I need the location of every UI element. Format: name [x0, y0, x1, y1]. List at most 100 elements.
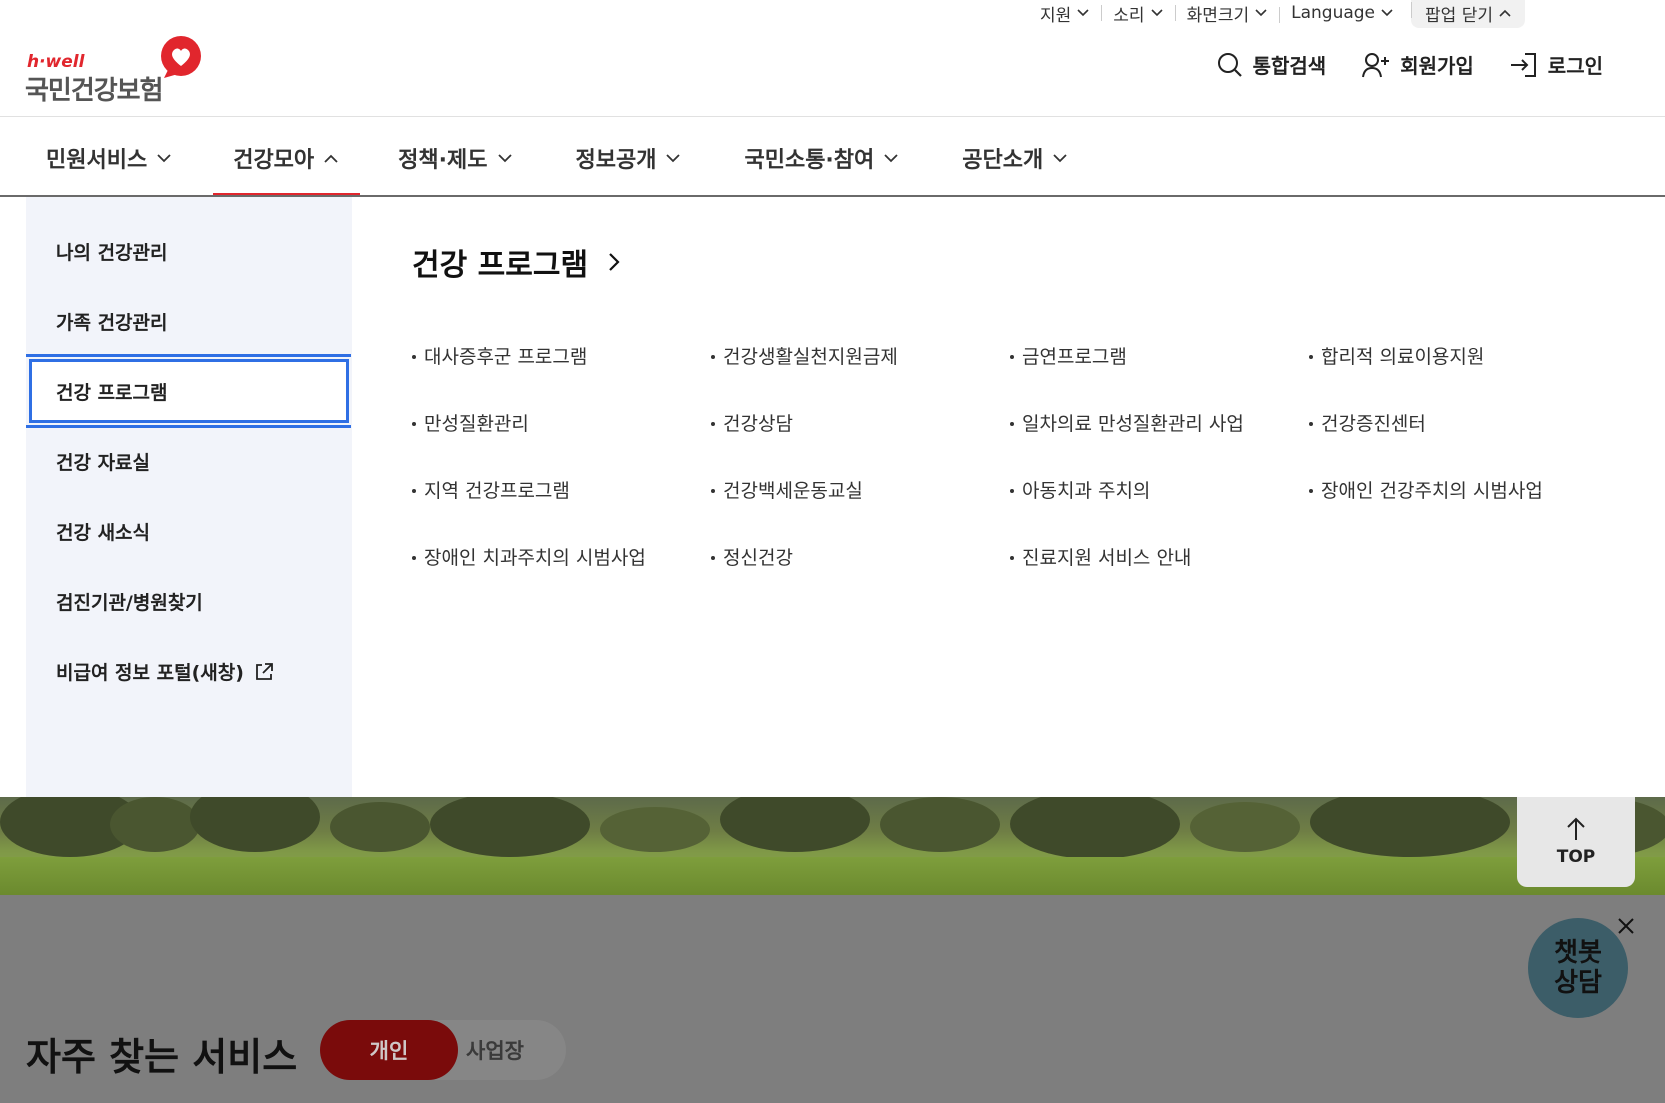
bullet-icon [1010, 422, 1014, 426]
add-user-icon [1362, 52, 1390, 77]
program-link[interactable]: 건강상담 [711, 405, 1010, 439]
gnb-item-civil-service[interactable]: 민원서비스 [46, 120, 171, 196]
chevron-down-icon [1053, 153, 1067, 162]
chevron-down-icon [666, 153, 681, 162]
support-label: 지원 [1040, 5, 1072, 26]
top-label: TOP [1556, 847, 1596, 867]
bullet-icon [412, 556, 416, 560]
gnb-label: 공단소개 [962, 148, 1044, 173]
side-item-health-program[interactable]: 건강 프로그램 [56, 378, 168, 405]
gnb-item-policy[interactable]: 정책·제도 [398, 120, 512, 196]
bullet-icon [412, 489, 416, 493]
tab-personal-label: 개인 [369, 1039, 409, 1063]
program-link[interactable]: 건강생활실천지원금제 [711, 338, 1010, 372]
side-item-label: 나의 건강관리 [56, 242, 168, 264]
utility-bar: 지원 소리 화면크기 Language 팝업 닫기 [1028, 0, 1525, 28]
close-icon[interactable] [1616, 916, 1636, 936]
section-title-link[interactable]: 건강 프로그램 [412, 240, 620, 284]
sound-menu[interactable]: 소리 [1101, 1, 1174, 26]
arrow-up-icon [1567, 817, 1585, 840]
search-label: 통합검색 [1252, 54, 1327, 78]
signup-button[interactable]: 회원가입 [1362, 50, 1474, 79]
bullet-icon [1010, 489, 1014, 493]
header-actions: 통합검색 회원가입 로그인 [1217, 50, 1603, 79]
program-link-label: 장애인 치과주치의 시범사업 [424, 546, 646, 569]
bullet-icon [1309, 355, 1313, 359]
program-link[interactable]: 건강증진센터 [1309, 405, 1608, 439]
chevron-down-icon [884, 153, 898, 162]
chevron-down-icon [1381, 9, 1393, 17]
gnb-item-disclosure[interactable]: 정보공개 [576, 120, 681, 196]
bullet-icon [412, 422, 416, 426]
gnb-item-about[interactable]: 공단소개 [962, 120, 1067, 196]
login-button[interactable]: 로그인 [1510, 50, 1603, 79]
program-link-label: 정신건강 [723, 546, 793, 569]
program-link[interactable]: 장애인 건강주치의 시범사업 [1309, 472, 1608, 506]
gnb-item-health-moa[interactable]: 건강모아 [213, 120, 361, 197]
gnb-item-communication[interactable]: 국민소통·참여 [744, 120, 898, 196]
language-menu[interactable]: Language [1279, 3, 1405, 23]
program-link-label: 대사증후군 프로그램 [424, 345, 588, 368]
gnb-label: 정보공개 [575, 148, 657, 173]
language-label: Language [1291, 3, 1376, 23]
external-link-icon [256, 662, 273, 680]
side-item-noncovered-portal[interactable]: 비급여 정보 포털(새창) [56, 658, 274, 685]
section-title: 건강 프로그램 [412, 248, 589, 283]
program-link-label: 건강백세운동교실 [723, 479, 863, 502]
bullet-icon [711, 489, 715, 493]
logo-title: 국민건강보험 [25, 76, 164, 106]
bullet-icon [1309, 489, 1313, 493]
top-button[interactable]: TOP [1517, 797, 1635, 887]
side-item-label: 건강 자료실 [56, 452, 151, 474]
bullet-icon [1010, 355, 1014, 359]
tab-personal[interactable]: 개인 [320, 1020, 458, 1080]
program-link-label: 만성질환관리 [424, 412, 529, 435]
popup-close-button[interactable]: 팝업 닫기 [1411, 0, 1525, 28]
bullet-icon [412, 355, 416, 359]
tab-business[interactable]: 사업장 [458, 1020, 566, 1080]
search-button[interactable]: 통합검색 [1217, 50, 1327, 79]
screen-size-label: 화면크기 [1186, 5, 1250, 26]
program-link[interactable]: 장애인 치과주치의 시범사업 [412, 539, 711, 573]
program-link-label: 건강생활실천지원금제 [723, 345, 898, 368]
program-link-label: 진료지원 서비스 안내 [1022, 546, 1192, 569]
program-link[interactable]: 건강백세운동교실 [711, 472, 1010, 506]
bullet-icon [1309, 422, 1313, 426]
program-link-label: 건강증진센터 [1321, 412, 1426, 435]
support-menu[interactable]: 지원 [1028, 1, 1101, 26]
program-link[interactable]: 금연프로그램 [1010, 338, 1309, 372]
side-item-label: 건강 새소식 [56, 522, 151, 544]
bullet-icon [711, 422, 715, 426]
chevron-right-icon [609, 253, 620, 271]
screen-size-menu[interactable]: 화면크기 [1174, 1, 1280, 26]
side-item-label: 검진기관/병원찾기 [56, 592, 203, 614]
program-link[interactable]: 대사증후군 프로그램 [412, 338, 711, 372]
program-link-label: 장애인 건강주치의 시범사업 [1321, 479, 1543, 502]
program-link[interactable]: 합리적 의료이용지원 [1309, 338, 1608, 372]
program-link-label: 합리적 의료이용지원 [1321, 345, 1485, 368]
heart-logo-icon [161, 36, 201, 78]
side-item-find-hospital[interactable]: 검진기관/병원찾기 [56, 588, 203, 615]
tab-business-label: 사업장 [466, 1039, 524, 1063]
program-link[interactable]: 아동치과 주치의 [1010, 472, 1309, 506]
chatbot-label-line1: 챗봇 [1554, 938, 1602, 968]
popup-close-label: 팝업 닫기 [1425, 5, 1493, 26]
program-link-label: 아동치과 주치의 [1022, 479, 1151, 502]
chevron-down-icon [497, 153, 512, 162]
side-item-health-news[interactable]: 건강 새소식 [56, 518, 150, 545]
program-link[interactable]: 정신건강 [711, 539, 1010, 573]
bullet-icon [711, 556, 715, 560]
chevron-up-icon [324, 154, 338, 163]
chevron-down-icon [157, 153, 171, 162]
program-link-label: 건강상담 [723, 412, 793, 435]
side-item-health-library[interactable]: 건강 자료실 [56, 448, 150, 475]
side-item-my-health[interactable]: 나의 건강관리 [56, 238, 168, 265]
program-link[interactable]: 일차의료 만성질환관리 사업 [1010, 405, 1309, 439]
program-link[interactable]: 지역 건강프로그램 [412, 472, 711, 506]
program-link[interactable]: 진료지원 서비스 안내 [1010, 539, 1309, 573]
chatbot-button[interactable]: 챗봇 상담 [1528, 918, 1628, 1018]
bullet-icon [711, 355, 715, 359]
side-item-family-health[interactable]: 가족 건강관리 [56, 308, 168, 335]
faq-title: 자주 찾는 서비스 [26, 1035, 298, 1079]
program-link[interactable]: 만성질환관리 [412, 405, 711, 439]
